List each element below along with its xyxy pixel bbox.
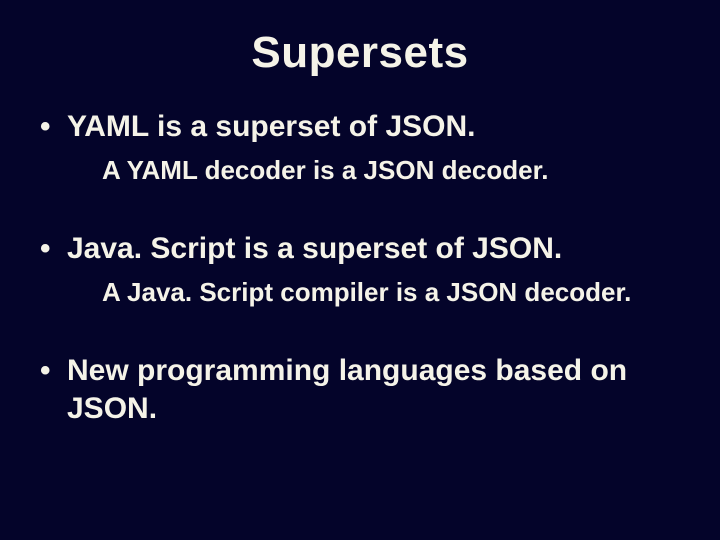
bullet-line: • New programming languages based on JSO… xyxy=(40,352,680,427)
bullet-subtext: A Java. Script compiler is a JSON decode… xyxy=(102,276,662,309)
bullet-subtext: A YAML decoder is a JSON decoder. xyxy=(102,154,662,187)
bullet-text: YAML is a superset of JSON. xyxy=(67,108,680,146)
bullet-text: New programming languages based on JSON. xyxy=(67,352,680,427)
bullet-item: • New programming languages based on JSO… xyxy=(40,352,680,427)
bullet-line: • YAML is a superset of JSON. xyxy=(40,108,680,146)
bullet-line: • Java. Script is a superset of JSON. xyxy=(40,230,680,268)
bullet-text: Java. Script is a superset of JSON. xyxy=(67,230,680,268)
bullet-icon: • xyxy=(40,230,67,268)
bullet-item: • Java. Script is a superset of JSON. A … xyxy=(40,230,680,308)
bullet-icon: • xyxy=(40,352,67,390)
slide-title: Supersets xyxy=(40,28,680,78)
bullet-icon: • xyxy=(40,108,67,146)
slide: Supersets • YAML is a superset of JSON. … xyxy=(0,0,720,540)
bullet-item: • YAML is a superset of JSON. A YAML dec… xyxy=(40,108,680,186)
